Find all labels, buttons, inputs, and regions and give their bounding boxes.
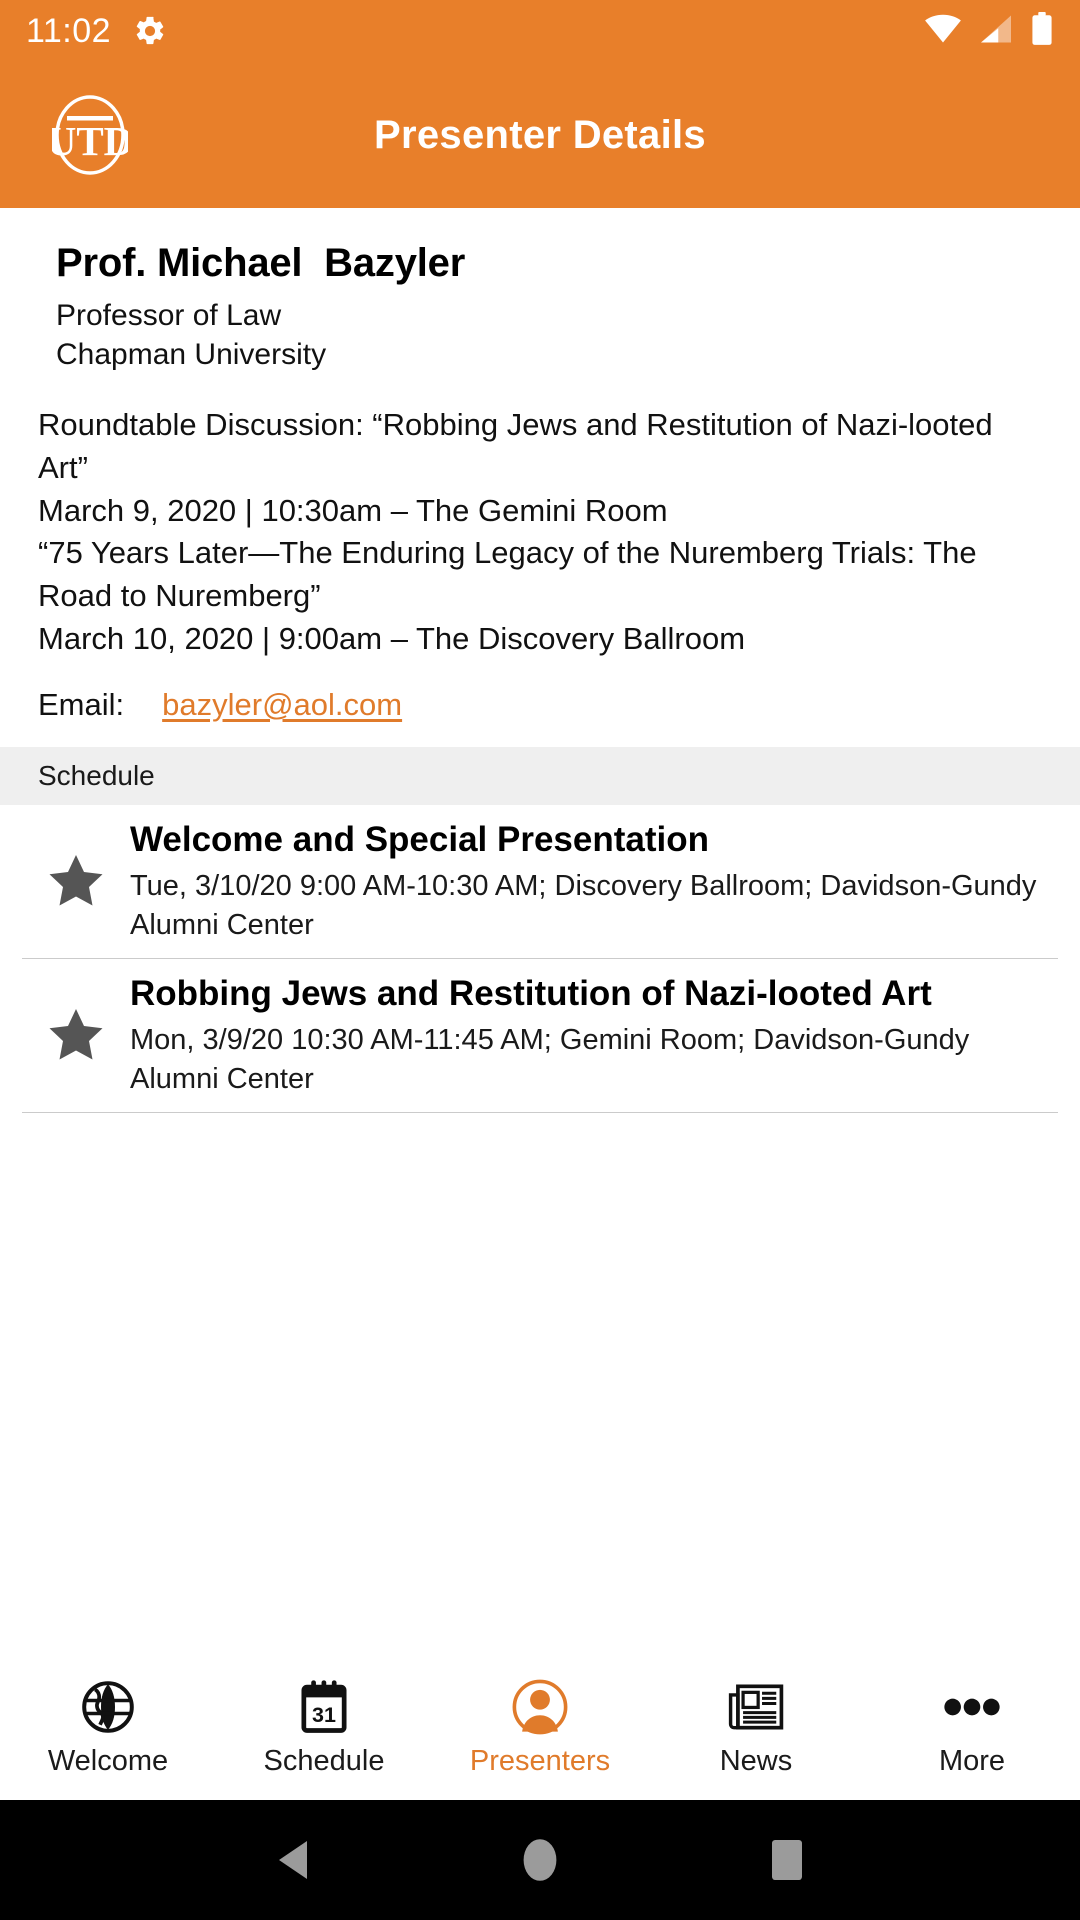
bio-line: March 10, 2020 | 9:00am – The Discovery … xyxy=(38,620,746,656)
tab-label: More xyxy=(938,1744,1006,1777)
cellular-signal-icon xyxy=(978,14,1014,49)
bio-line: “75 Years Later—The Enduring Legacy of t… xyxy=(38,535,977,614)
schedule-list: Welcome and Special Presentation Tue, 3/… xyxy=(0,804,1080,1113)
tab-news[interactable]: News xyxy=(648,1679,864,1776)
status-time: 11:02 xyxy=(26,12,112,50)
list-item-meta: Mon, 3/9/20 10:30 AM-11:45 AM; Gemini Ro… xyxy=(130,1024,970,1095)
utd-logo: UTD xyxy=(47,93,133,177)
wifi-icon xyxy=(924,14,962,49)
tab-label: News xyxy=(719,1744,793,1777)
list-item[interactable]: Welcome and Special Presentation Tue, 3/… xyxy=(0,805,1080,958)
tab-welcome[interactable]: Welcome xyxy=(0,1679,216,1776)
android-nav-bar xyxy=(0,1800,1080,1920)
status-bar: 11:02 xyxy=(0,0,1080,62)
page-title: Presenter Details xyxy=(374,112,706,157)
calendar-icon: 31 xyxy=(297,1679,351,1735)
tab-label: Schedule xyxy=(263,1744,385,1777)
schedule-section-header: Schedule xyxy=(0,746,1080,805)
list-item-meta: Tue, 3/10/20 9:00 AM-10:30 AM; Discovery… xyxy=(130,870,1037,941)
list-divider xyxy=(22,1112,1058,1113)
schedule-section-label: Schedule xyxy=(38,759,155,791)
tab-schedule[interactable]: 31 Schedule xyxy=(216,1679,432,1776)
star-icon[interactable] xyxy=(22,1005,130,1065)
bio-line: Roundtable Discussion: “Robbing Jews and… xyxy=(38,406,993,485)
ellipsis-icon xyxy=(943,1679,1001,1735)
email-label: Email: xyxy=(38,686,125,722)
email-link[interactable]: bazyler@aol.com xyxy=(162,687,402,723)
battery-full-icon xyxy=(1030,11,1054,51)
app-root: 11:02 UTD Presenter Details Prof. Michae… xyxy=(0,0,1080,1920)
tab-label: Welcome xyxy=(47,1744,169,1777)
presenter-name: Prof. Michael Bazyler xyxy=(56,241,466,285)
bio-line: March 9, 2020 | 10:30am – The Gemini Roo… xyxy=(38,492,668,528)
home-circle-icon[interactable] xyxy=(495,1815,585,1905)
globe-icon xyxy=(80,1679,136,1735)
person-icon xyxy=(511,1679,569,1735)
svg-text:31: 31 xyxy=(312,1703,336,1727)
tab-label: Presenters xyxy=(469,1744,611,1777)
back-triangle-icon[interactable] xyxy=(248,1815,338,1905)
content-area: Prof. Michael Bazyler Professor of Law C… xyxy=(0,208,1080,1654)
list-item-text: Robbing Jews and Restitution of Nazi-loo… xyxy=(130,973,1058,1098)
list-item-title: Welcome and Special Presentation xyxy=(130,819,709,859)
app-bar: UTD Presenter Details xyxy=(0,62,1080,208)
list-item-text: Welcome and Special Presentation Tue, 3/… xyxy=(130,819,1058,944)
status-icons xyxy=(924,11,1054,51)
bottom-tab-bar: Welcome 31 Schedule Presenters News More xyxy=(0,1654,1080,1800)
gear-icon xyxy=(133,14,167,48)
recents-square-icon[interactable] xyxy=(742,1815,832,1905)
tab-more[interactable]: More xyxy=(864,1679,1080,1776)
list-item-title: Robbing Jews and Restitution of Nazi-loo… xyxy=(130,973,932,1013)
presenter-header: Prof. Michael Bazyler Professor of Law C… xyxy=(0,208,1080,374)
presenter-title: Professor of Law xyxy=(56,299,282,333)
svg-text:UTD: UTD xyxy=(52,118,128,164)
star-icon[interactable] xyxy=(22,851,130,911)
presenter-bio: Roundtable Discussion: “Robbing Jews and… xyxy=(0,374,1080,661)
presenter-organization: Chapman University xyxy=(56,337,327,371)
newspaper-icon xyxy=(728,1679,784,1735)
list-item[interactable]: Robbing Jews and Restitution of Nazi-loo… xyxy=(0,959,1080,1112)
email-row: Email: bazyler@aol.com xyxy=(0,661,1080,747)
tab-presenters[interactable]: Presenters xyxy=(432,1679,648,1776)
